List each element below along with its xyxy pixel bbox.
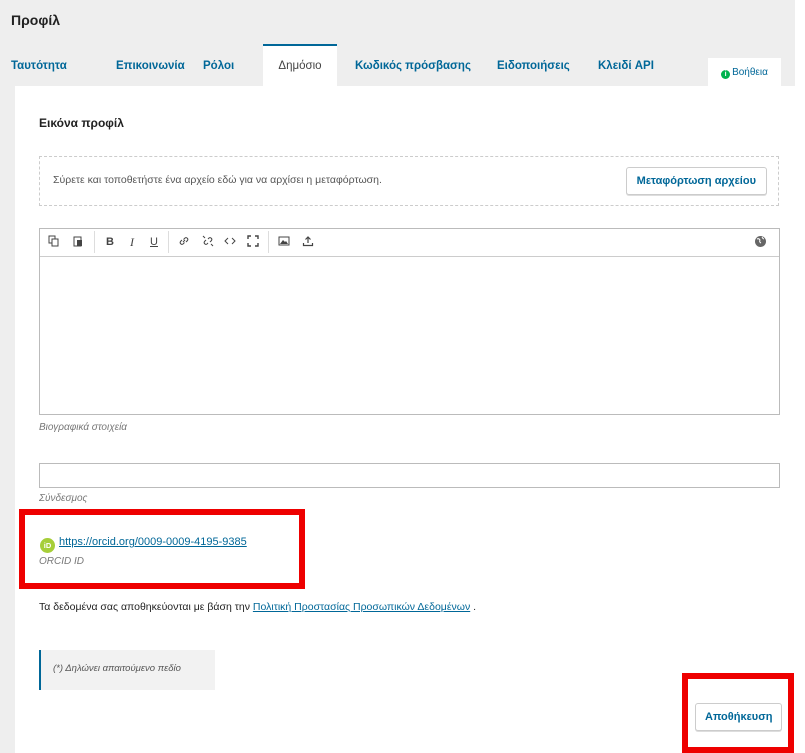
image-icon[interactable] [276, 234, 292, 250]
bio-editor: B I U [39, 228, 780, 415]
bio-hint: Βιογραφικά στοιχεία [39, 422, 127, 433]
privacy-statement: Τα δεδομένα σας αποθηκεύονται με βάση τη… [39, 601, 476, 613]
tab-contact[interactable]: Επικοινωνία [116, 60, 185, 72]
privacy-suffix: . [473, 601, 477, 613]
code-icon[interactable] [222, 234, 238, 250]
required-field-note: (*) Δηλώνει απαιτούμενο πεδίο [39, 650, 215, 690]
upload-icon[interactable] [300, 234, 316, 250]
tab-password[interactable]: Κωδικός πρόσβασης [355, 60, 471, 72]
tab-notifications[interactable]: Ειδοποιήσεις [497, 60, 570, 72]
orcid-link[interactable]: https://orcid.org/0009-0009-4195-9385 [59, 536, 247, 548]
profile-image-label: Εικόνα προφίλ [39, 116, 124, 130]
profile-tabs: Ταυτότητα Επικοινωνία Ρόλοι Δημόσιο Κωδι… [0, 44, 795, 86]
link-hint: Σύνδεσμος [39, 493, 88, 504]
tab-roles[interactable]: Ρόλοι [203, 60, 234, 72]
italic-icon[interactable]: I [124, 234, 140, 250]
dropzone-text: Σύρετε και τοποθετήστε ένα αρχείο εδώ γι… [53, 174, 382, 186]
required-note-text: (*) Δηλώνει απαιτούμενο πεδίο [53, 663, 181, 674]
orcid-hint: ORCID ID [39, 556, 84, 567]
help-label: Βοήθεια [732, 67, 768, 78]
tab-api-key[interactable]: Κλειδί API [598, 60, 654, 72]
save-button[interactable]: Αποθήκευση [695, 703, 783, 731]
globe-icon[interactable] [752, 234, 768, 250]
toolbar-divider [94, 231, 95, 253]
orcid-row: iD https://orcid.org/0009-0009-4195-9385 [40, 536, 247, 553]
link-icon[interactable] [176, 234, 192, 250]
bold-icon[interactable]: B [102, 234, 118, 250]
orcid-icon: iD [40, 538, 55, 553]
editor-toolbar: B I U [40, 229, 779, 257]
tab-identity[interactable]: Ταυτότητα [11, 60, 67, 72]
page-title: Προφίλ [11, 12, 61, 28]
privacy-policy-link[interactable]: Πολιτική Προστασίας Προσωπικών Δεδομένων [253, 601, 470, 613]
copy-icon[interactable] [46, 234, 62, 250]
tab-public[interactable]: Δημόσιο [263, 44, 337, 86]
underline-icon[interactable]: U [146, 234, 162, 250]
toolbar-divider [268, 231, 269, 253]
fullscreen-icon[interactable] [245, 234, 261, 250]
file-dropzone[interactable]: Σύρετε και τοποθετήστε ένα αρχείο εδώ γι… [39, 156, 779, 206]
paste-icon[interactable] [70, 234, 86, 250]
privacy-prefix: Τα δεδομένα σας αποθηκεύονται με βάση τη… [39, 601, 250, 613]
link-input[interactable] [39, 463, 780, 488]
help-button[interactable]: i Βοήθεια [708, 58, 781, 86]
unlink-icon[interactable] [200, 234, 216, 250]
toolbar-divider [168, 231, 169, 253]
upload-file-button[interactable]: Μεταφόρτωση αρχείου [625, 167, 767, 195]
info-icon: i [721, 70, 731, 79]
